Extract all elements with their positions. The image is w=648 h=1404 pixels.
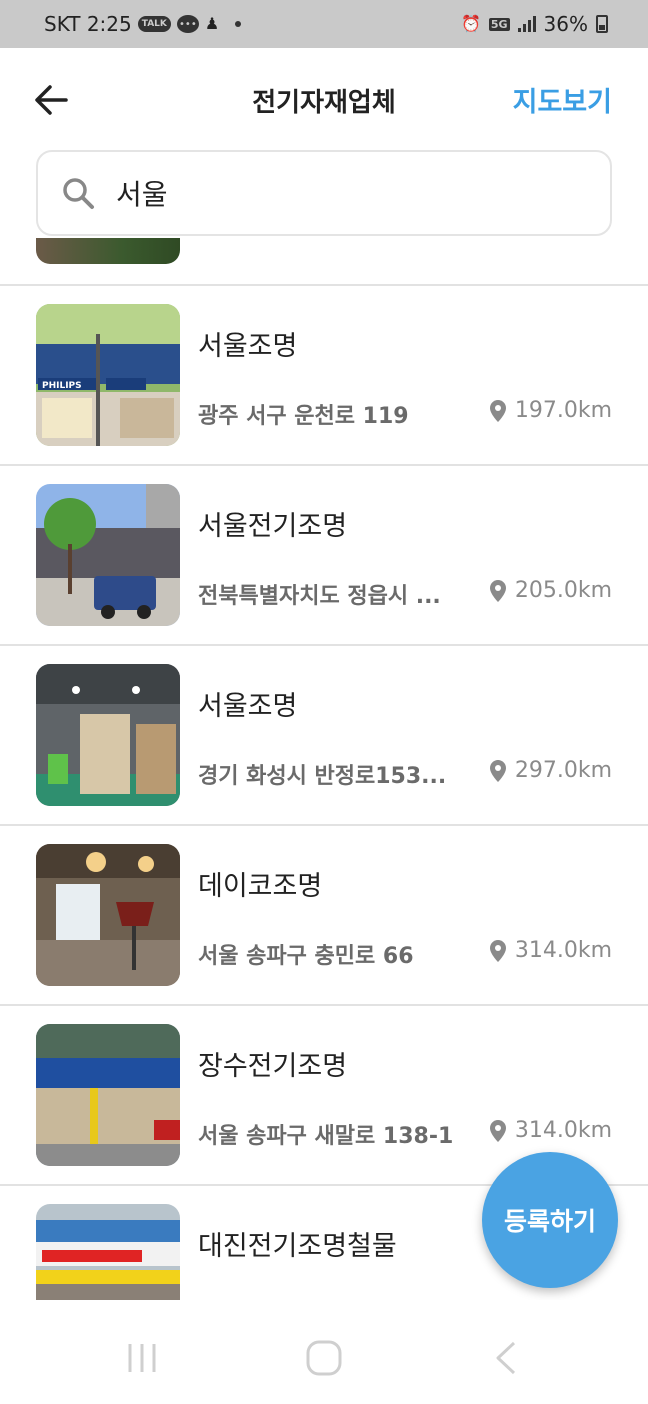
location-pin-icon xyxy=(489,759,506,782)
store-distance: 297.0km xyxy=(489,758,612,783)
store-thumbnail xyxy=(36,844,180,986)
search-icon xyxy=(63,178,94,209)
distance-value: 197.0km xyxy=(514,398,612,423)
location-pin-icon xyxy=(489,1119,506,1142)
distance-value: 205.0km xyxy=(514,578,612,603)
home-button[interactable] xyxy=(304,1340,344,1376)
register-fab-button[interactable]: 등록하기 xyxy=(482,1152,618,1288)
store-thumbnail: PHILIPS xyxy=(36,304,180,446)
svg-text:PHILIPS: PHILIPS xyxy=(42,381,82,391)
dot-icon xyxy=(235,21,242,27)
store-thumbnail xyxy=(36,1204,180,1300)
store-thumbnail xyxy=(36,484,180,626)
partial-thumbnail xyxy=(36,238,180,264)
system-back-button[interactable] xyxy=(490,1340,530,1376)
recent-apps-button[interactable] xyxy=(122,1340,162,1376)
store-name: 장수전기조명 xyxy=(198,1051,348,1082)
system-nav-bar xyxy=(0,1300,648,1404)
store-distance: 205.0km xyxy=(489,578,612,603)
store-list-items: PHILIPS 서울조명 광주 서구 운천로 119 197.0km 서울전기조… xyxy=(0,284,648,1300)
distance-value: 314.0km xyxy=(514,938,612,963)
battery-percent: 36% xyxy=(543,12,588,36)
chat-bubble-icon: ••• xyxy=(176,15,199,33)
store-address: 서울 송파구 새말로 138-1 xyxy=(198,1124,454,1149)
back-icon xyxy=(496,1341,516,1375)
location-pin-icon xyxy=(489,579,506,602)
carrier-time: SKT 2:25 xyxy=(44,12,132,36)
search-input[interactable] xyxy=(116,176,576,210)
recent-apps-icon xyxy=(128,1344,156,1372)
list-item[interactable]: 데이코조명 서울 송파구 충민로 66 314.0km xyxy=(0,824,648,1004)
alarm-icon: ⏰ xyxy=(460,14,481,33)
distance-value: 314.0km xyxy=(514,1118,612,1143)
signal-icon xyxy=(517,16,536,32)
map-view-link[interactable]: 지도보기 xyxy=(513,80,612,119)
list-item[interactable]: PHILIPS 서울조명 광주 서구 운천로 119 197.0km xyxy=(0,284,648,464)
store-name: 서울전기조명 xyxy=(198,511,348,542)
kakaotalk-icon: TALK xyxy=(137,16,171,32)
app-header: 전기자재업체 지도보기 xyxy=(0,48,648,148)
location-pin-icon xyxy=(489,399,506,422)
store-name: 서울조명 xyxy=(198,331,298,362)
status-bar: SKT 2:25 TALK ••• ♟ ⏰ 5G 36% xyxy=(0,0,648,48)
store-address: 서울 송파구 충민로 66 xyxy=(198,944,414,969)
store-thumbnail xyxy=(36,1024,180,1166)
status-left: SKT 2:25 TALK ••• ♟ xyxy=(44,12,242,36)
location-pin-icon xyxy=(489,939,506,962)
store-name: 대진전기조명철물 xyxy=(198,1231,397,1262)
store-address: 광주 서구 운천로 119 xyxy=(198,404,409,429)
list-item[interactable]: 서울전기조명 전북특별자치도 정읍시 ... 205.0km xyxy=(0,464,648,644)
list-item[interactable]: 서울조명 경기 화성시 반정로153... 297.0km xyxy=(0,644,648,824)
store-distance: 197.0km xyxy=(489,398,612,423)
store-address: 전북특별자치도 정읍시 ... xyxy=(198,584,441,609)
store-address: 경기 화성시 반정로153... xyxy=(198,764,447,789)
store-name: 서울조명 xyxy=(198,691,298,722)
store-name: 데이코조명 xyxy=(198,871,323,902)
store-distance: 314.0km xyxy=(489,938,612,963)
search-box[interactable] xyxy=(36,150,612,236)
store-thumbnail xyxy=(36,664,180,806)
5g-icon: 5G xyxy=(488,17,510,31)
figure-icon: ♟ xyxy=(204,14,220,33)
home-icon xyxy=(306,1340,342,1376)
status-right: ⏰ 5G 36% xyxy=(461,12,608,36)
store-distance: 314.0km xyxy=(489,1118,612,1143)
battery-icon xyxy=(596,15,608,33)
store-list[interactable]: PHILIPS 서울조명 광주 서구 운천로 119 197.0km 서울전기조… xyxy=(0,238,648,1300)
distance-value: 297.0km xyxy=(514,758,612,783)
